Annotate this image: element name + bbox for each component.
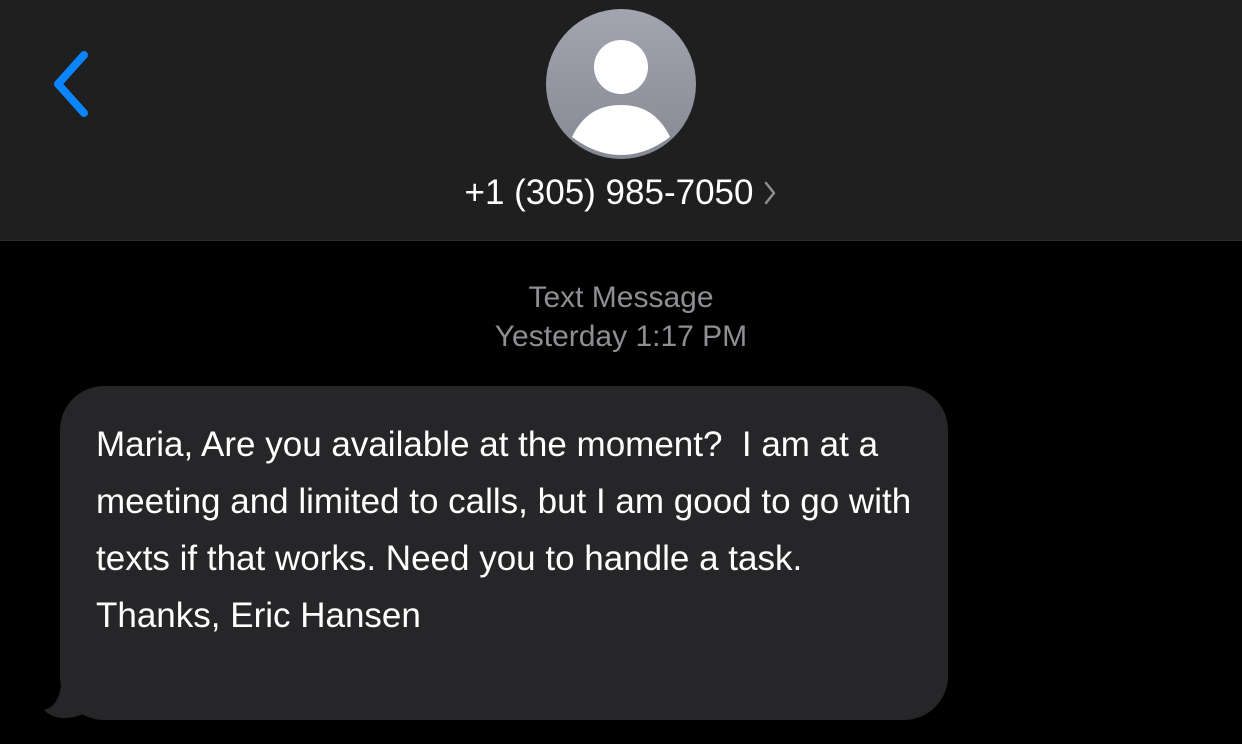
message-row: Maria, Are you available at the moment? … [40, 386, 950, 722]
contact-title-button[interactable]: +1 (305) 985-7050 [0, 168, 1242, 218]
chevron-right-icon [763, 179, 777, 207]
back-button[interactable] [40, 44, 100, 124]
chevron-left-icon [54, 51, 88, 117]
contact-avatar[interactable] [546, 9, 696, 159]
service-label: Text Message [528, 281, 714, 314]
message-timestamp: Yesterday 1:17 PM [494, 320, 748, 353]
conversation-header: +1 (305) 985-7050 [0, 0, 1242, 241]
contact-name: +1 (305) 985-7050 [464, 173, 754, 212]
person-icon [572, 40, 670, 155]
incoming-message-bubble[interactable]: Maria, Are you available at the moment? … [60, 386, 948, 720]
